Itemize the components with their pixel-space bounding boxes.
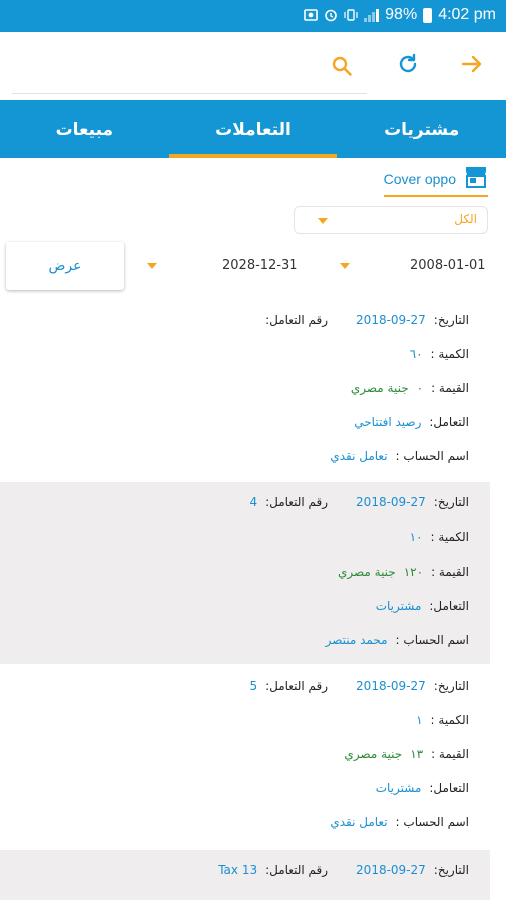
- transaction-card[interactable]: التاريخ: 2018-09-27 رقم التعامل: Tax 13: [0, 850, 490, 900]
- currency: جنية مصري: [337, 565, 396, 579]
- account-label: اسم الحساب :: [395, 815, 469, 829]
- dealer-label: التعامل:: [429, 415, 469, 429]
- back-button[interactable]: [456, 50, 488, 82]
- qty-value: ٦٠: [409, 347, 423, 361]
- dealer-label: التعامل:: [429, 599, 469, 613]
- tab-label: مشتريات: [384, 120, 460, 140]
- date-label: التاريخ:: [433, 495, 469, 509]
- dealer-label: التعامل:: [429, 781, 469, 795]
- txn-no-value: Tax 13: [218, 863, 258, 877]
- value-amount: ٠: [416, 381, 424, 395]
- date-value: 2018-09-27: [356, 679, 426, 693]
- qty-value: ١: [416, 713, 423, 727]
- account-label: اسم الحساب :: [395, 633, 469, 647]
- txn-no-label: رقم التعامل:: [265, 313, 329, 327]
- date-from[interactable]: 2008-01-01: [410, 258, 486, 273]
- alarm-icon: [324, 8, 338, 22]
- vibrate-icon: [344, 8, 358, 22]
- store-name: Cover oppo: [383, 171, 456, 187]
- date-value: 2018-09-27: [356, 495, 426, 509]
- status-bar: 98% 4:02 pm: [0, 0, 506, 32]
- account-label: اسم الحساب :: [395, 449, 469, 463]
- chevron-down-icon[interactable]: [340, 263, 350, 269]
- search-button[interactable]: [326, 52, 358, 84]
- date-value: 2018-09-27: [356, 863, 426, 877]
- type-filter-dropdown[interactable]: الكل: [294, 206, 488, 234]
- store-selector[interactable]: Cover oppo: [383, 166, 488, 197]
- show-button[interactable]: عرض: [6, 242, 124, 290]
- filter-selected-value: الكل: [454, 212, 477, 226]
- tab-label: التعاملات: [215, 120, 291, 140]
- date-label: التاريخ:: [433, 679, 469, 693]
- transaction-card[interactable]: التاريخ: 2018-09-27 رقم التعامل: 4 الكمية …: [0, 482, 490, 664]
- date-label: التاريخ:: [433, 863, 469, 877]
- txn-no-value: 5: [249, 679, 258, 693]
- dealer-value: مشتريات: [375, 599, 422, 613]
- value-label: القيمة :: [431, 381, 469, 395]
- value-amount: ١٢٠: [403, 565, 424, 579]
- refresh-button[interactable]: [392, 50, 424, 82]
- store-icon: [464, 166, 488, 192]
- transaction-card[interactable]: التاريخ: 2018-09-27 رقم التعامل: الكمية :…: [0, 300, 490, 480]
- toolbar: [0, 32, 506, 100]
- date-row: التاريخ: 2018-09-27 رقم التعامل:: [257, 310, 469, 330]
- arrow-right-icon: [459, 51, 485, 81]
- value-label: القيمة :: [431, 747, 469, 761]
- currency: جنية مصري: [344, 747, 403, 761]
- date-to[interactable]: 2028-12-31: [222, 258, 298, 273]
- tab-bar: مشتريات التعاملات مبيعات: [0, 100, 506, 158]
- refresh-icon: [396, 52, 420, 80]
- account-value: محمد منتصر: [325, 633, 388, 647]
- search-icon: [331, 55, 353, 81]
- currency: جنية مصري: [350, 381, 409, 395]
- battery-icon: [423, 7, 433, 23]
- qty-label: الكمية :: [430, 347, 469, 361]
- value-amount: ١٣: [410, 747, 424, 761]
- tab-sales[interactable]: مبيعات: [0, 100, 169, 158]
- date-value: 2018-09-27: [356, 313, 426, 327]
- date-label: التاريخ:: [433, 313, 469, 327]
- dealer-value: مشتريات: [375, 781, 422, 795]
- qty-label: الكمية :: [430, 530, 469, 544]
- txn-no-label: رقم التعامل:: [265, 495, 329, 509]
- tab-transactions[interactable]: التعاملات: [168, 100, 338, 158]
- dealer-value: رصيد افتتاحي: [354, 415, 422, 429]
- account-value: تعامل نقدي: [330, 815, 388, 829]
- clock: 4:02 pm: [438, 6, 496, 23]
- txn-no-label: رقم التعامل:: [265, 863, 329, 877]
- txn-no-label: رقم التعامل:: [265, 679, 329, 693]
- txn-no-value: 4: [249, 495, 258, 509]
- qty-label: الكمية :: [430, 713, 469, 727]
- chevron-down-icon: [318, 218, 328, 224]
- signal-icon: [364, 8, 380, 22]
- chevron-down-icon[interactable]: [147, 263, 157, 269]
- value-label: القيمة :: [431, 565, 469, 579]
- search-field-underline[interactable]: [12, 93, 367, 94]
- tab-purchases[interactable]: مشتريات: [337, 100, 506, 158]
- account-value: تعامل نقدي: [330, 449, 388, 463]
- tab-label: مبيعات: [55, 120, 114, 140]
- battery-percentage: 98%: [385, 6, 418, 23]
- transaction-card[interactable]: التاريخ: 2018-09-27 رقم التعامل: 5 الكمية …: [0, 666, 490, 848]
- photo-notification-icon: [304, 8, 318, 22]
- qty-value: ١٠: [409, 530, 423, 544]
